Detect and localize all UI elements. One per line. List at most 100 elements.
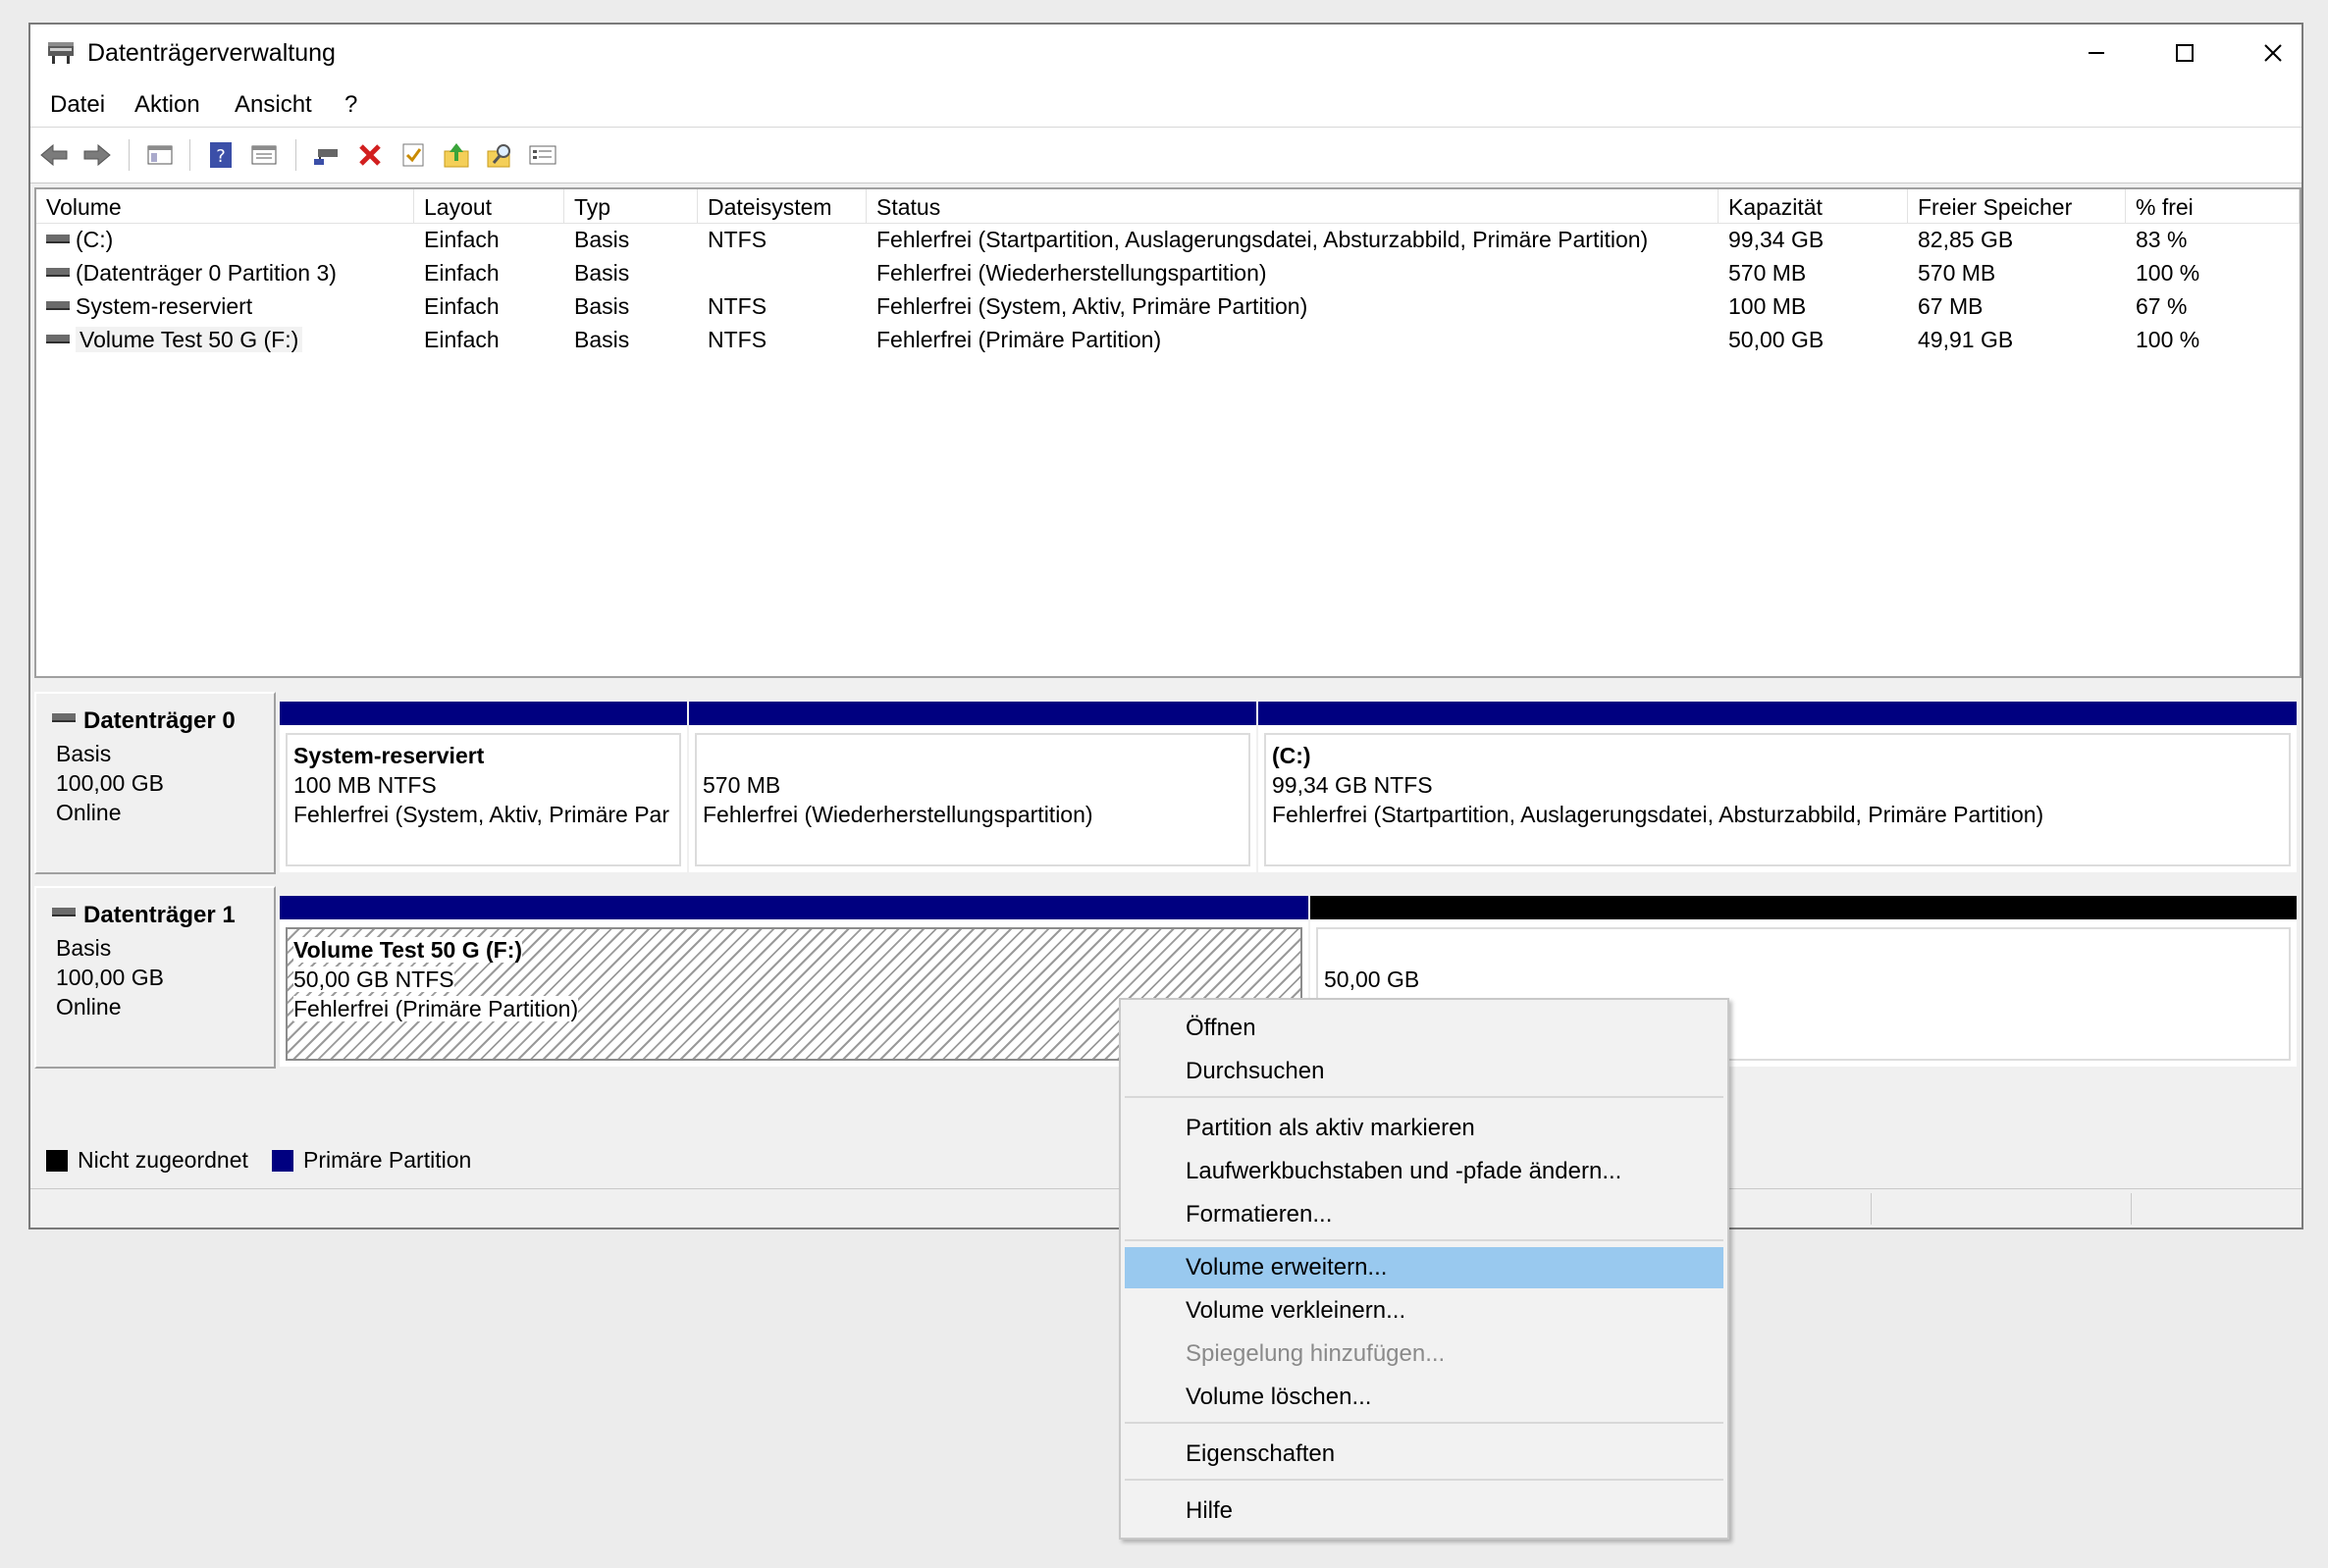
minimize-button[interactable]	[2052, 25, 2141, 81]
partition-recovery[interactable]: 570 MB Fehlerfrei (Wiederherstellungspar…	[689, 702, 1256, 872]
column-header-capacity[interactable]: Kapazität	[1719, 189, 1908, 223]
column-header-filesystem[interactable]: Dateisystem	[698, 189, 867, 223]
primary-partition-bar	[280, 896, 1308, 919]
forward-arrow-icon[interactable]	[81, 139, 113, 171]
column-header-status[interactable]: Status	[867, 189, 1719, 223]
partition-name	[703, 741, 1243, 770]
volume-list: Volume Layout Typ Dateisystem Status Kap…	[34, 187, 2302, 678]
partition-name	[1324, 935, 2283, 965]
volume-free-space: 570 MB	[1918, 260, 1996, 286]
volume-status: Fehlerfrei (Primäre Partition)	[876, 327, 1162, 352]
partition-status: Fehlerfrei (Primäre Partition)	[293, 996, 579, 1021]
volume-row[interactable]: (Datenträger 0 Partition 3) Einfach Basi…	[36, 256, 2300, 289]
help-icon[interactable]: ?	[205, 139, 237, 171]
legend-label: Nicht zugeordnet	[78, 1147, 248, 1173]
volume-name: System-reserviert	[76, 293, 253, 319]
legend-label: Primäre Partition	[303, 1147, 472, 1173]
column-header-percent-free[interactable]: % frei	[2126, 189, 2300, 223]
volume-row[interactable]: (C:) Einfach Basis NTFS Fehlerfrei (Star…	[36, 223, 2300, 256]
volume-capacity: 570 MB	[1728, 260, 1807, 286]
legend-swatch	[272, 1149, 293, 1172]
partition-size: 100 MB NTFS	[293, 772, 437, 798]
volume-row[interactable]: System-reserviert Einfach Basis NTFS Feh…	[36, 289, 2300, 323]
partition-status: Fehlerfrei (System, Aktiv, Primäre Par	[293, 802, 669, 827]
unallocated-bar	[1310, 896, 2297, 919]
context-menu-delete-volume[interactable]: Volume löschen...	[1125, 1377, 1723, 1418]
svg-text:?: ?	[216, 146, 226, 167]
delete-icon[interactable]	[354, 139, 386, 171]
close-button[interactable]	[2229, 25, 2317, 81]
volume-icon	[46, 235, 70, 244]
context-menu-properties[interactable]: Eigenschaften	[1125, 1434, 1723, 1475]
title-bar[interactable]: Datenträgerverwaltung	[30, 25, 2302, 81]
context-menu-add-mirror: Spiegelung hinzufügen...	[1186, 1340, 1446, 1367]
context-menu-change-drive-letter[interactable]: Laufwerkbuchstaben und -pfade ändern...	[1125, 1151, 1723, 1192]
partition-size: 99,34 GB NTFS	[1272, 772, 1433, 798]
volume-icon	[46, 335, 70, 344]
volume-status: Fehlerfrei (Startpartition, Auslagerungs…	[876, 227, 1649, 252]
volume-list-header: Volume Layout Typ Dateisystem Status Kap…	[36, 189, 2300, 224]
column-header-layout[interactable]: Layout	[414, 189, 564, 223]
properties-view-icon[interactable]	[248, 139, 280, 171]
folder-up-icon[interactable]	[441, 139, 472, 171]
volume-type: Basis	[574, 327, 630, 352]
partition-name: (C:)	[1272, 743, 1311, 768]
console-tree-icon[interactable]	[144, 139, 176, 171]
disk-management-app-icon	[46, 40, 76, 66]
volume-capacity: 99,34 GB	[1728, 227, 1825, 252]
column-header-type[interactable]: Typ	[564, 189, 698, 223]
column-header-free-space[interactable]: Freier Speicher	[1908, 189, 2126, 223]
context-menu-shrink-volume[interactable]: Volume verkleinern...	[1125, 1290, 1723, 1332]
legend-unallocated: Nicht zugeordnet	[46, 1147, 248, 1174]
column-header-volume[interactable]: Volume	[36, 189, 414, 223]
volume-name: (C:)	[76, 227, 114, 252]
back-arrow-icon[interactable]	[38, 139, 70, 171]
volume-type: Basis	[574, 260, 630, 286]
volume-filesystem: NTFS	[708, 227, 767, 252]
volume-free-space: 49,91 GB	[1918, 327, 2014, 352]
menu-help[interactable]: ?	[344, 91, 357, 119]
volume-free-space: 82,85 GB	[1918, 227, 2014, 252]
disk-type: Basis	[56, 741, 112, 766]
toolbar: ?	[30, 128, 2302, 183]
context-menu: Öffnen Durchsuchen Partition als aktiv m…	[1119, 998, 1729, 1540]
volume-icon	[46, 268, 70, 278]
partition-c-drive[interactable]: (C:) 99,34 GB NTFS Fehlerfrei (Startpart…	[1258, 702, 2297, 872]
context-menu-extend-volume[interactable]: Volume erweitern...	[1125, 1247, 1723, 1288]
window-title: Datenträgerverwaltung	[87, 39, 336, 67]
primary-partition-bar	[280, 702, 687, 725]
maximize-button[interactable]	[2141, 25, 2229, 81]
volume-free-space: 67 MB	[1918, 293, 1984, 319]
disk-0-label[interactable]: Datenträger 0 Basis 100,00 GB Online	[34, 692, 276, 874]
volume-icon	[46, 301, 70, 311]
search-folder-icon[interactable]	[484, 139, 515, 171]
primary-partition-bar	[689, 702, 1256, 725]
primary-partition-bar	[1258, 702, 2297, 725]
context-menu-help[interactable]: Hilfe	[1125, 1490, 1723, 1532]
volume-percent-free: 100 %	[2136, 260, 2200, 286]
volume-filesystem	[698, 256, 708, 289]
disk-name: Datenträger 0	[83, 707, 236, 734]
volume-filesystem: NTFS	[708, 293, 767, 319]
menu-datei[interactable]: Datei	[50, 91, 105, 119]
settings-list-icon[interactable]	[527, 139, 558, 171]
context-menu-format[interactable]: Formatieren...	[1125, 1194, 1723, 1235]
volume-status: Fehlerfrei (System, Aktiv, Primäre Parti…	[876, 293, 1308, 319]
volume-row-selected[interactable]: Volume Test 50 G (F:) Einfach Basis NTFS…	[36, 323, 2300, 356]
menu-aktion[interactable]: Aktion	[134, 91, 200, 119]
disk-size: 100,00 GB	[56, 770, 164, 796]
menu-ansicht[interactable]: Ansicht	[235, 91, 312, 119]
context-menu-open[interactable]: Öffnen	[1125, 1008, 1723, 1049]
partition-size: 50,00 GB	[1324, 967, 1420, 992]
volume-layout: Einfach	[424, 260, 500, 286]
partition-name: Volume Test 50 G (F:)	[293, 937, 523, 963]
check-icon[interactable]	[397, 139, 429, 171]
partition-system-reserved[interactable]: System-reserviert 100 MB NTFS Fehlerfrei…	[280, 702, 687, 872]
context-menu-browse[interactable]: Durchsuchen	[1125, 1051, 1723, 1092]
context-menu-mark-active[interactable]: Partition als aktiv markieren	[1125, 1108, 1723, 1149]
connect-disk-icon[interactable]	[311, 139, 343, 171]
disk-type: Basis	[56, 935, 112, 961]
partition-name: System-reserviert	[293, 743, 485, 768]
volume-filesystem: NTFS	[708, 327, 767, 352]
disk-1-label[interactable]: Datenträger 1 Basis 100,00 GB Online	[34, 886, 276, 1069]
